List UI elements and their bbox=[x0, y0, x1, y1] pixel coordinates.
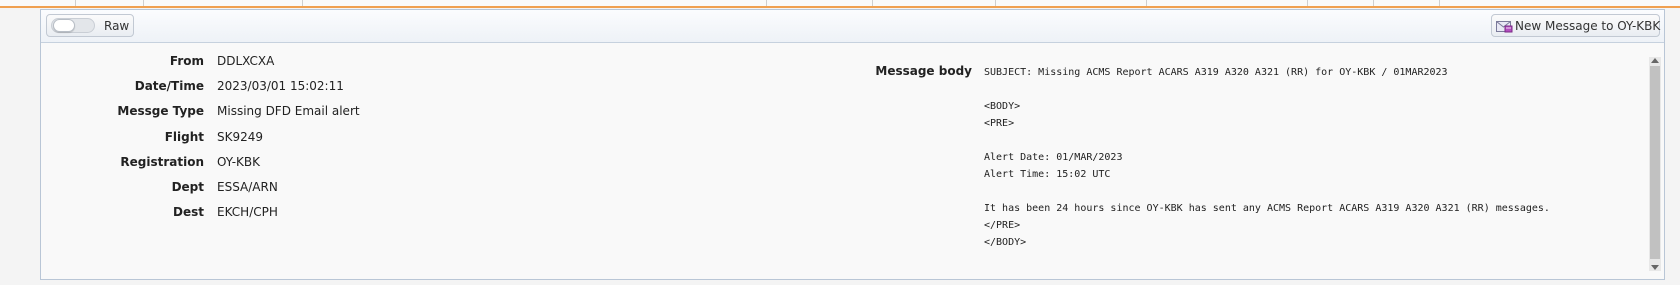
top-divider bbox=[0, 0, 1680, 8]
scroll-down-icon[interactable] bbox=[1651, 265, 1659, 270]
field-value: OY-KBK bbox=[217, 155, 260, 169]
message-body-label: Message body bbox=[875, 64, 972, 78]
field-row-from: From DDLXCXA bbox=[41, 54, 441, 72]
field-row-registration: Registration OY-KBK bbox=[41, 155, 441, 173]
field-value: Missing DFD Email alert bbox=[217, 104, 360, 118]
field-value: ESSA/ARN bbox=[217, 180, 278, 194]
vertical-scrollbar[interactable] bbox=[1649, 57, 1661, 271]
field-label: Dept bbox=[171, 180, 204, 194]
field-value: 2023/03/01 15:02:11 bbox=[217, 79, 344, 93]
scroll-up-icon[interactable] bbox=[1651, 58, 1659, 63]
field-row-datetime: Date/Time 2023/03/01 15:02:11 bbox=[41, 79, 441, 97]
toolbar: Raw New Message to OY-KBK bbox=[41, 10, 1664, 43]
raw-toggle-button[interactable]: Raw bbox=[46, 14, 134, 37]
message-detail-panel: Raw New Message to OY-KBK From DDLXCXA D… bbox=[40, 9, 1665, 280]
left-gutter bbox=[0, 8, 40, 285]
field-label: From bbox=[169, 54, 204, 68]
field-label: Messge Type bbox=[117, 104, 204, 118]
message-body-text: SUBJECT: Missing ACMS Report ACARS A319 … bbox=[984, 67, 1550, 248]
field-value: DDLXCXA bbox=[217, 54, 275, 68]
field-row-flight: Flight SK9249 bbox=[41, 130, 441, 148]
field-label: Registration bbox=[120, 155, 204, 169]
envelope-icon bbox=[1496, 21, 1513, 33]
new-message-button[interactable]: New Message to OY-KBK bbox=[1491, 14, 1660, 37]
raw-label: Raw bbox=[104, 19, 130, 33]
field-row-dest: Dest EKCH/CPH bbox=[41, 205, 441, 223]
field-row-dept: Dept ESSA/ARN bbox=[41, 180, 441, 198]
field-value: EKCH/CPH bbox=[217, 205, 278, 219]
field-label: Dest bbox=[173, 205, 204, 219]
new-message-label: New Message to OY-KBK bbox=[1515, 19, 1661, 33]
field-label: Date/Time bbox=[134, 79, 204, 93]
field-row-message-type: Messge Type Missing DFD Email alert bbox=[41, 104, 441, 122]
toggle-knob bbox=[53, 19, 75, 32]
scrollbar-thumb[interactable] bbox=[1650, 66, 1660, 259]
field-value: SK9249 bbox=[217, 130, 264, 144]
field-label: Flight bbox=[164, 130, 204, 144]
toggle-switch[interactable] bbox=[51, 18, 95, 33]
